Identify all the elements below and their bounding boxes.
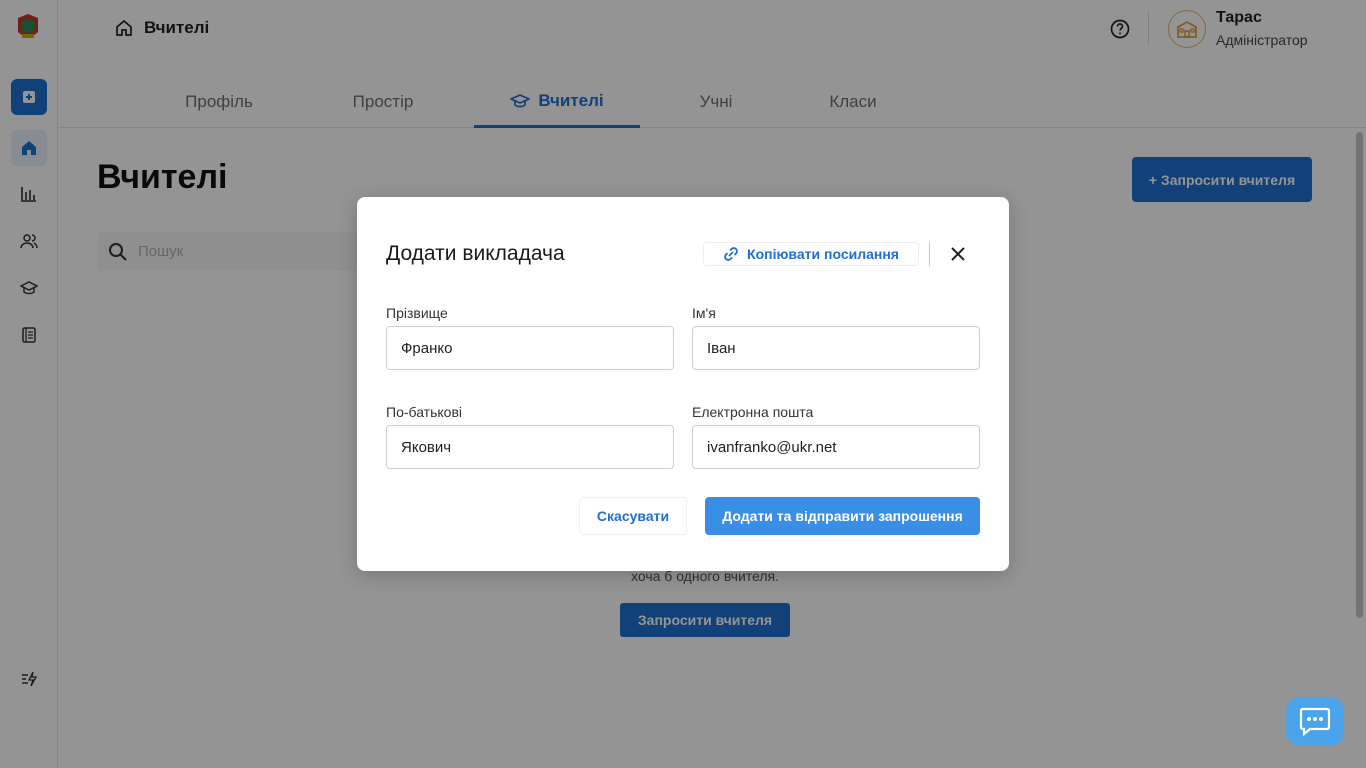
copy-link-label: Копіювати посилання	[747, 246, 899, 262]
cancel-button[interactable]: Скасувати	[579, 497, 687, 535]
copy-link-button[interactable]: Копіювати посилання	[703, 242, 919, 266]
close-button[interactable]	[947, 243, 969, 265]
close-icon	[951, 247, 965, 261]
patronymic-field[interactable]: Якович	[386, 425, 674, 469]
chat-icon	[1299, 707, 1331, 736]
add-teacher-modal: Додати викладача Копіювати посилання Прі…	[357, 197, 1009, 571]
chat-button[interactable]	[1286, 697, 1344, 746]
surname-label: Прізвище	[386, 305, 448, 321]
modal-divider	[929, 242, 930, 266]
submit-invite-button[interactable]: Додати та відправити запрошення	[705, 497, 980, 535]
email-label: Електронна пошта	[692, 404, 814, 420]
modal-title: Додати викладача	[386, 242, 565, 265]
first-name-field[interactable]: Іван	[692, 326, 980, 370]
link-icon	[724, 247, 738, 261]
email-field[interactable]: ivanfranko@ukr.net	[692, 425, 980, 469]
patronymic-label: По-батькові	[386, 404, 463, 420]
surname-field[interactable]: Франко	[386, 326, 674, 370]
first-name-label: Ім'я	[692, 305, 716, 321]
